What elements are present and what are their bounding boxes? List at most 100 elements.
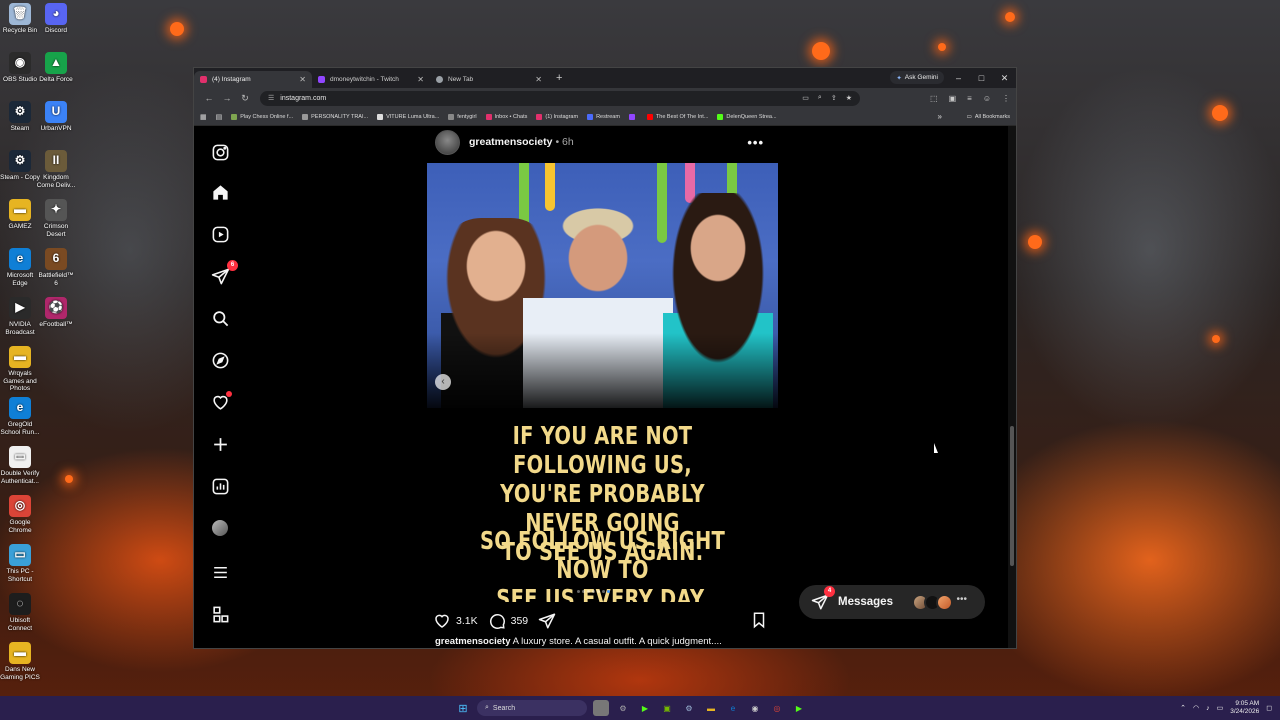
file-explorer-icon[interactable]: ▬ [703, 700, 719, 716]
split-view-icon[interactable]: ▣ [949, 94, 957, 103]
chrome-menu-icon[interactable]: ⋮ [1002, 94, 1010, 103]
chevron-up-icon[interactable]: ⌃ [1180, 704, 1186, 712]
site-info-icon[interactable]: ☰ [268, 94, 274, 102]
all-bookmarks-button[interactable]: ▭ All Bookmarks [967, 114, 1010, 120]
minimize-button[interactable]: – [947, 68, 970, 88]
desktop-icon[interactable]: ⚽ eFootball™ [36, 297, 76, 329]
bookmark-item[interactable]: Inbox • Chats [485, 113, 527, 120]
reels-icon[interactable] [210, 224, 230, 244]
bookmark-item[interactable]: (1) Instagram [536, 113, 578, 120]
desktop-icon[interactable]: e GregOld School Run... [0, 397, 40, 436]
taskbar-search[interactable]: ⌕ Search [477, 700, 587, 716]
profile-icon[interactable]: ☺ [983, 94, 991, 103]
post-username[interactable]: greatmensociety [469, 136, 552, 148]
desktop-icon[interactable]: ◕ Discord [36, 3, 76, 35]
profile-avatar[interactable] [210, 518, 230, 538]
bookmark-item[interactable]: fentygirl [448, 113, 477, 120]
bookmark-item[interactable]: The Best Of The Int... [646, 113, 708, 120]
steam-icon[interactable]: ⚙ [681, 700, 697, 716]
ask-gemini-button[interactable]: ✦ Ask Gemini [890, 71, 944, 84]
maximize-button[interactable]: □ [970, 68, 993, 88]
bookmark-item[interactable]: Play Chess Online f... [231, 113, 293, 120]
nvidia-icon[interactable]: ▣ [659, 700, 675, 716]
media-controls-icon[interactable]: ≡ [967, 94, 972, 103]
bookmark-item[interactable]: Restream [587, 113, 620, 120]
save-button[interactable] [750, 611, 773, 632]
zoom-icon[interactable]: ⌕ [818, 94, 822, 102]
desktop-icon[interactable]: ▬ Dans New Gaming PICS [0, 642, 40, 681]
notifications-heart-icon[interactable] [210, 391, 232, 412]
desktop-icon[interactable]: ▶ NVIDIA Broadcast [0, 297, 40, 336]
tab-twitch[interactable]: dmoneytwitchin - Twitch ✕ [312, 71, 430, 88]
desktop-icon[interactable]: ▭ This PC - Shortcut [0, 544, 40, 583]
desktop-icon[interactable]: ✦ Crimson Desert [36, 199, 76, 238]
share-button[interactable] [538, 612, 561, 630]
post-options-button[interactable]: ••• [747, 135, 764, 150]
instagram-logo-icon[interactable] [210, 142, 230, 162]
star-icon[interactable]: ★ [846, 94, 852, 102]
desktop-icon[interactable]: ◎ Google Chrome [0, 495, 40, 534]
stream-app-icon[interactable]: ▶ [637, 700, 653, 716]
task-view-icon[interactable] [593, 700, 609, 716]
desktop-icon[interactable]: 6 Battlefield™ 6 [36, 248, 76, 287]
desktop-icon[interactable]: e Microsoft Edge [0, 248, 40, 287]
close-window-button[interactable]: ✕ [993, 68, 1016, 88]
page-scrollbar[interactable] [1008, 126, 1016, 648]
tab-groups-icon[interactable]: ▤ [216, 113, 223, 121]
nvidia-broadcast-icon[interactable]: ▶ [791, 700, 807, 716]
cast-icon[interactable]: ▭ [802, 94, 809, 102]
messages-button[interactable]: 4 Messages ••• [799, 585, 985, 619]
reload-button[interactable]: ↻ [236, 93, 254, 104]
windows-start-icon[interactable]: ⊞ [455, 700, 471, 716]
create-plus-icon[interactable] [210, 434, 230, 454]
chrome-icon[interactable]: ◎ [769, 700, 785, 716]
edge-icon[interactable]: e [725, 700, 741, 716]
bookmark-item[interactable]: PERSONALITY TRAI... [302, 113, 368, 120]
desktop-icon[interactable]: ◌ Ubisoft Connect [0, 593, 40, 632]
desktop-icon[interactable]: ⚙ Steam [0, 101, 40, 133]
volume-icon[interactable]: ♪ [1206, 705, 1210, 712]
wifi-icon[interactable]: ◠ [1193, 704, 1199, 712]
close-icon[interactable]: ✕ [299, 75, 306, 84]
dashboard-icon[interactable] [210, 476, 230, 496]
desktop-icon[interactable]: ⚙ Steam - Copy [0, 150, 40, 182]
desktop-icon[interactable]: ▭ Double Verify Authenticat... [0, 446, 40, 485]
bookmark-item[interactable]: VITURE Luma Ultra... [377, 113, 439, 120]
carousel-prev-button[interactable]: ‹ [435, 374, 451, 390]
obs-icon[interactable]: ◉ [747, 700, 763, 716]
like-button[interactable]: 3.1K [433, 612, 478, 630]
desktop-icon[interactable]: 🗑 Recycle Bin [0, 3, 40, 35]
post-author-avatar[interactable] [435, 129, 460, 155]
direct-messages-icon[interactable]: 6 [210, 260, 238, 286]
scrollbar-thumb[interactable] [1010, 426, 1014, 566]
close-icon[interactable]: ✕ [417, 75, 424, 84]
bookmarks-overflow-button[interactable]: » [938, 112, 942, 121]
tab-new-tab[interactable]: New Tab ✕ [430, 71, 548, 88]
battery-icon[interactable]: ▭ [1217, 704, 1224, 712]
desktop-icon[interactable]: ▬ Wrqyals Games and Photos [0, 346, 40, 393]
desktop-icon[interactable]: ▲ Delta Force [36, 52, 76, 84]
desktop-icon[interactable]: ◉ OBS Studio [0, 52, 40, 84]
desktop-icon[interactable]: ▬ GAMEZ [0, 199, 40, 231]
desktop-icon[interactable]: II Kingdom Come Deliv... [36, 150, 76, 189]
address-bar[interactable]: ☰ instagram.com ▭ ⌕ ⇪ ★ [260, 90, 860, 106]
caption-username[interactable]: greatmensociety [435, 636, 511, 647]
back-button[interactable]: ← [200, 93, 218, 103]
share-icon[interactable]: ⇪ [831, 94, 837, 102]
post-image[interactable]: IF YOU ARE NOT FOLLOWING US, YOU'RE PROB… [427, 163, 778, 602]
tab-instagram[interactable]: (4) Instagram ✕ [194, 71, 312, 88]
close-icon[interactable]: ✕ [535, 75, 542, 84]
apps-icon[interactable]: ▦ [200, 113, 207, 121]
forward-button[interactable]: → [218, 93, 236, 103]
bookmark-item[interactable] [628, 113, 638, 120]
search-icon[interactable] [210, 308, 230, 328]
also-from-meta-icon[interactable] [210, 604, 230, 624]
comment-button[interactable]: 359 [488, 612, 528, 630]
more-menu-icon[interactable] [210, 562, 230, 582]
desktop-icon[interactable]: U UrbanVPN [36, 101, 76, 133]
notifications-icon[interactable]: ◻ [1266, 704, 1272, 712]
extension-icon[interactable]: ⬚ [930, 94, 938, 103]
settings-gear-icon[interactable]: ⚙ [615, 700, 631, 716]
new-tab-button[interactable]: + [556, 72, 562, 84]
clock[interactable]: 9:05 AM 3/24/2026 [1230, 700, 1259, 716]
